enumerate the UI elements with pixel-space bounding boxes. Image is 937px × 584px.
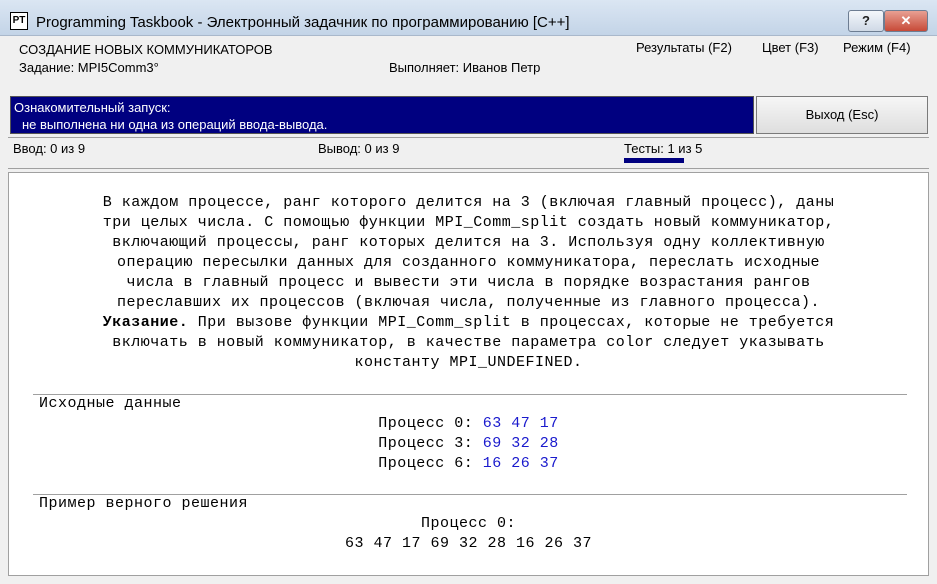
group-title: СОЗДАНИЕ НОВЫХ КОММУНИКАТОРОВ [19, 42, 273, 57]
process-values: 63 47 17 [482, 415, 559, 432]
status-line-2: не выполнена ни одна из операций ввода-в… [22, 117, 328, 132]
exit-button[interactable]: Выход (Esc) [756, 96, 928, 134]
status-message: Ознакомительный запуск: не выполнена ни … [10, 96, 754, 134]
process-values: 69 32 28 [482, 435, 559, 452]
hint-text: При вызове функции MPI_Comm_split в проц… [188, 314, 835, 331]
status-line-1: Ознакомительный запуск: [14, 100, 171, 115]
input-data-title: Исходные данные [39, 395, 182, 412]
mode-menu[interactable]: Режим (F4) [843, 40, 911, 55]
example-process-label: Процесс 0: [420, 515, 516, 532]
example-values: 63 47 17 69 32 28 16 26 37 [344, 535, 593, 552]
output-counter: Вывод: 0 из 9 [318, 141, 400, 156]
hint-label: Указание. [102, 314, 189, 331]
results-menu[interactable]: Результаты (F2) [636, 40, 732, 55]
process-label: Процесс 3: [378, 435, 474, 452]
close-button[interactable]: ✕ [884, 10, 928, 32]
task-line: включающий процессы, ранг которых делитс… [112, 234, 825, 251]
app-icon: PT [10, 12, 28, 30]
color-menu[interactable]: Цвет (F3) [762, 40, 819, 55]
task-description: В каждом процессе, ранг которого делится… [9, 193, 928, 373]
tests-indicator [624, 158, 684, 163]
help-button[interactable]: ? [848, 10, 884, 32]
window-title: Programming Taskbook - Электронный задач… [36, 14, 570, 31]
hint-line: константу MPI_UNDEFINED. [354, 354, 583, 371]
task-label: Задание: MPI5Comm3° [19, 60, 159, 75]
hint-line: включать в новый коммуникатор, в качеств… [112, 334, 825, 351]
io-counters: Ввод: 0 из 9 Вывод: 0 из 9 Тесты: 1 из 5 [8, 137, 929, 169]
input-counter: Ввод: 0 из 9 [13, 141, 86, 156]
tests-counter: Тесты: 1 из 5 [624, 141, 703, 156]
task-line: операцию пересылки данных для созданного… [116, 254, 821, 271]
title-bar: PT Programming Taskbook - Электронный за… [0, 0, 937, 36]
task-header: СОЗДАНИЕ НОВЫХ КОММУНИКАТОРОВ Задание: M… [0, 37, 937, 94]
task-line: три целых числа. С помощью функции MPI_C… [102, 214, 835, 231]
task-panel: В каждом процессе, ранг которого делится… [8, 172, 929, 576]
process-label: Процесс 0: [378, 415, 474, 432]
hint-line: Указание. При вызове функции MPI_Comm_sp… [9, 313, 928, 333]
process-row: Процесс 0: 63 47 17 [9, 415, 928, 432]
process-row: Процесс 6: 16 26 37 [9, 455, 928, 472]
task-line: числа в главный процесс и вывести эти чи… [126, 274, 811, 291]
process-values: 16 26 37 [482, 455, 559, 472]
task-line: переславших их процессов (включая числа,… [116, 294, 821, 311]
example-title: Пример верного решения [39, 495, 249, 512]
process-row: Процесс 3: 69 32 28 [9, 435, 928, 452]
process-label: Процесс 6: [378, 455, 474, 472]
student-label: Выполняет: Иванов Петр [389, 60, 541, 75]
task-line: В каждом процессе, ранг которого делится… [102, 194, 835, 211]
